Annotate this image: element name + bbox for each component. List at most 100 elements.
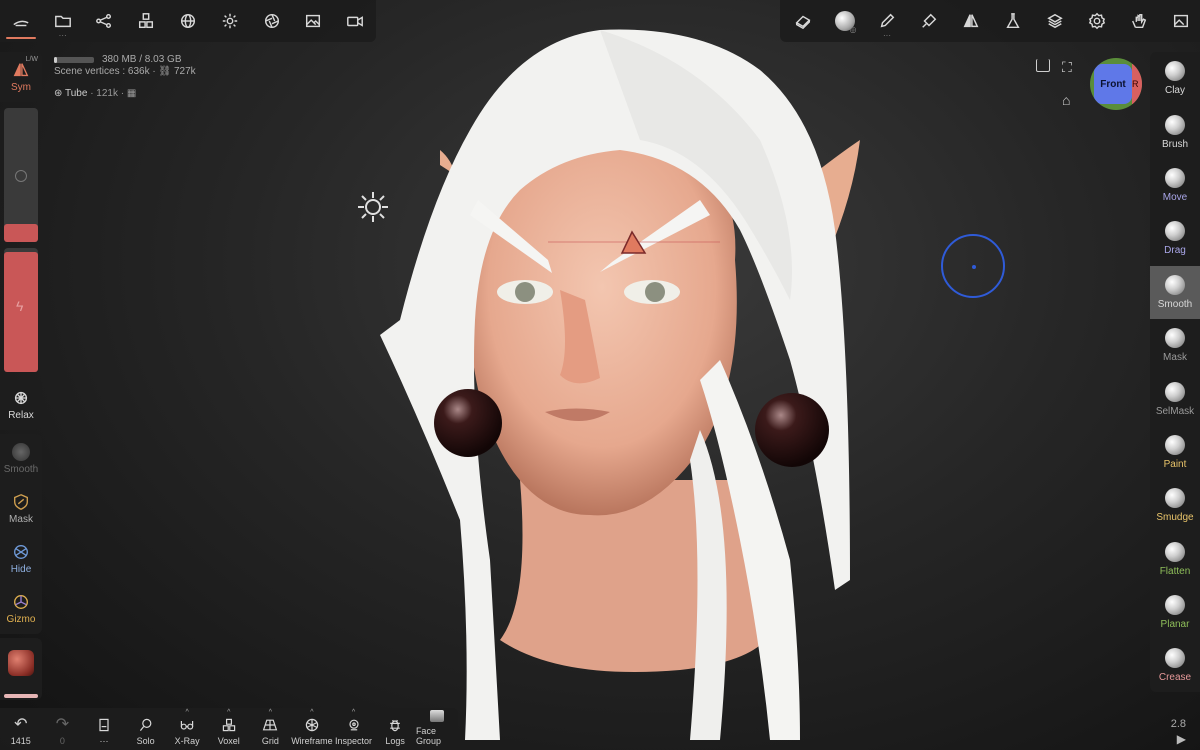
tool-flatten[interactable]: Flatten [1150,533,1200,586]
xray-button[interactable]: ^ X-Ray [166,708,208,750]
play-icon[interactable]: ▶ [1177,732,1186,746]
redo-icon: ↷ [55,716,70,733]
voxel-label: Voxel [217,736,240,746]
fullscreen-button[interactable] [1160,1,1200,41]
more-dots: ◎ [849,25,857,34]
scene-stats: 380 MB / 8.03 GB Scene vertices : 636k ·… [54,54,196,100]
view-cube-right[interactable]: R [1132,64,1142,104]
tool-clay[interactable]: Clay [1150,52,1200,105]
tool-smudge[interactable]: Smudge [1150,479,1200,532]
tool-selmask[interactable]: SelMask [1150,372,1200,425]
material-swatch[interactable] [8,650,34,676]
symmetry-button[interactable] [950,1,992,41]
tool-crease[interactable]: Crease [1150,639,1200,692]
camera-settings-button[interactable] [251,1,293,41]
active-tab-indicator [6,37,36,39]
material-preview-panel [0,638,42,700]
view-cube-right-label: R [1132,79,1139,89]
more-dots: ··· [58,31,67,40]
grid-label: Grid [261,736,279,746]
lock-camera-icon[interactable] [1036,59,1050,72]
flask-icon [1006,13,1020,29]
gizmo-quick-button[interactable]: Gizmo [0,584,42,634]
redo-count: 0 [59,736,65,746]
gesture-button[interactable] [1118,1,1160,41]
fullscreen-icon[interactable]: ⛶ [1062,59,1072,76]
voxel-icon [222,718,235,732]
material-sphere-icon [180,13,196,29]
eraser-button[interactable] [782,1,824,41]
undo-button[interactable]: ↶ 1415 [0,708,42,750]
home-icon[interactable]: ⌂ [1062,92,1070,108]
view-cube[interactable]: Front R [1090,58,1142,110]
tool-planar[interactable]: Planar [1150,586,1200,639]
tool-paint[interactable]: Paint [1150,426,1200,479]
history-button[interactable]: ··· [83,708,125,750]
gizmo-icon [14,595,28,609]
record-button[interactable] [334,1,376,41]
gizmo-label: Gizmo [6,614,36,625]
selmask-brush-icon [1165,381,1185,402]
target-icon [15,170,27,182]
sculpt-icon [13,20,29,27]
layers-button[interactable] [1034,1,1076,41]
tool-label: Flatten [1159,565,1191,577]
grid-button[interactable]: ^ Grid [250,708,292,750]
relax-button[interactable]: Relax [0,380,42,430]
brush-cursor-ring [941,234,1005,298]
caret-up-icon: ^ [268,709,272,716]
sym-toggle[interactable]: L/W Sym [0,52,42,102]
more-dots: ··· [883,31,891,40]
slider-panel: ϟ [0,104,42,374]
tool-smooth[interactable]: Smooth [1150,265,1200,319]
files-button[interactable]: ··· [42,1,84,41]
inspector-button[interactable]: ^ Inspector [333,708,375,750]
wireframe-label: Wireframe [291,736,333,746]
radius-slider[interactable] [4,108,38,242]
faces-count: 727k [173,66,196,77]
voxel-button[interactable]: ^ Voxel [208,708,250,750]
solo-button[interactable]: Solo [125,708,167,750]
settings-button[interactable] [1076,1,1118,41]
caret-up-icon: ^ [310,709,314,716]
redo-button[interactable]: ↷ 0 [42,708,84,750]
mask-brush-icon [1165,328,1185,349]
files-icon [54,15,71,28]
undo-icon: ↶ [14,716,28,733]
vertices-count: Scene vertices : 636k · [54,66,159,77]
paint-button[interactable] [908,1,950,41]
pencil-button[interactable]: ··· [866,1,908,41]
tool-drag[interactable]: Drag [1150,212,1200,265]
sculpt-mesh[interactable] [0,0,1200,750]
intensity-slider[interactable]: ϟ [4,248,38,372]
tool-move[interactable]: Move [1150,159,1200,212]
mask-icon [14,494,28,510]
mesh-vertex-count: · 121k · [90,88,125,99]
smooth-quick-button[interactable]: Smooth [0,434,42,484]
background-image-button[interactable] [292,1,334,41]
mask-quick-button[interactable]: Mask [0,484,42,534]
tool-label: Smooth [1157,298,1193,310]
scene-graph-button[interactable] [84,1,126,41]
light-gizmo-icon[interactable] [356,190,390,224]
tools-button[interactable] [992,1,1034,41]
stroke-button[interactable]: ◎ [824,1,866,41]
top-right-toolbar: ◎ ··· [780,0,1200,42]
hide-quick-button[interactable]: Hide [0,534,42,584]
layers-icon [1047,13,1063,29]
undo-count: 1415 [10,736,31,746]
sculpt-tab[interactable] [0,1,42,41]
top-left-toolbar: ··· [0,0,376,42]
wireframe-button[interactable]: ^ Wireframe [291,708,333,750]
light-button[interactable] [209,1,251,41]
face-group-button[interactable]: Face Group [416,708,458,750]
sym-label: Sym [11,82,31,93]
material-button[interactable] [167,1,209,41]
tool-mask[interactable]: Mask [1150,319,1200,372]
logs-button[interactable]: Logs [374,708,416,750]
mesh-name[interactable]: Tube [65,88,87,99]
tool-brush[interactable]: Brush [1150,105,1200,158]
topology-button[interactable] [125,1,167,41]
view-cube-front[interactable]: Front [1094,64,1132,104]
video-icon [347,16,364,27]
